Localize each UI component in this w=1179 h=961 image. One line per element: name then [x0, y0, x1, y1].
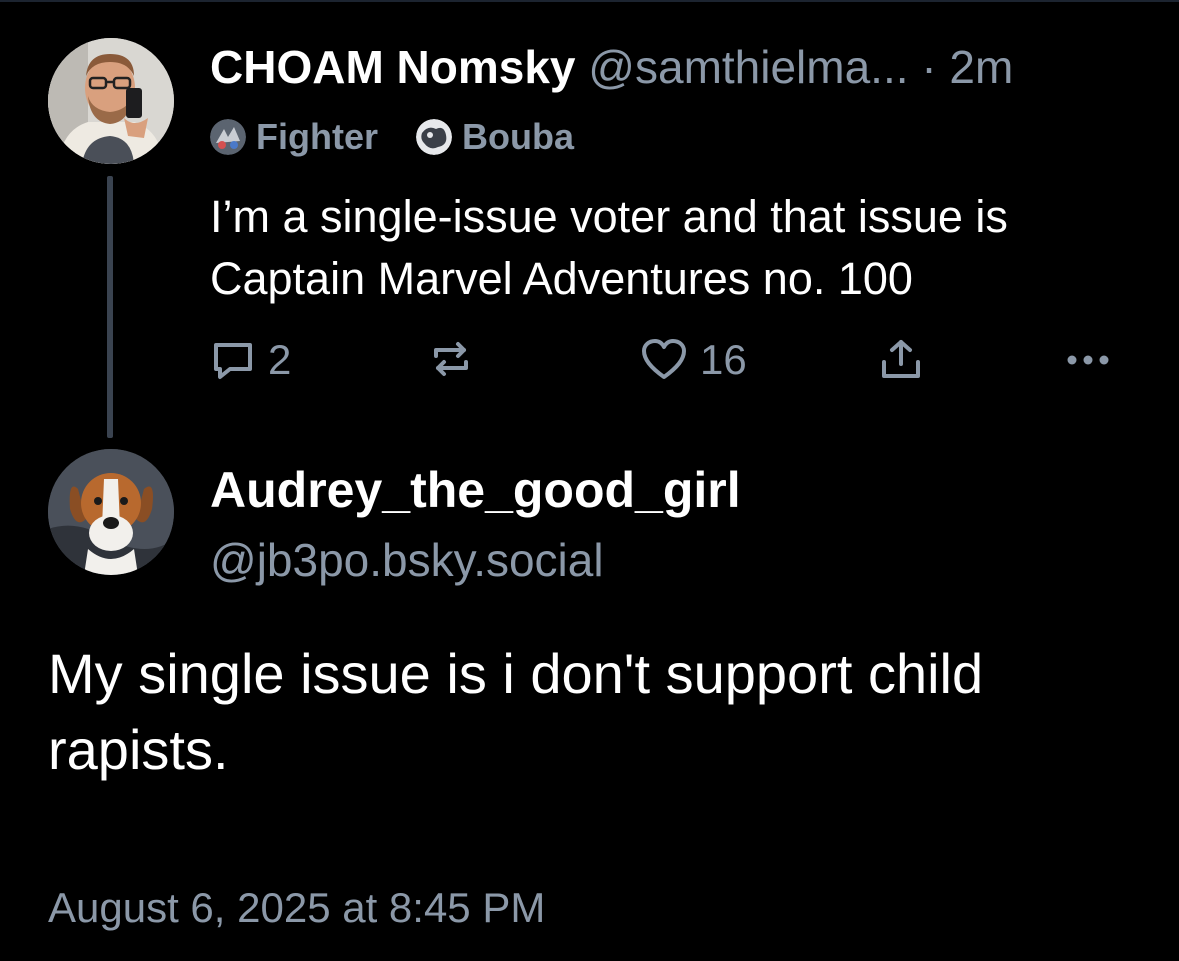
author-name[interactable]: CHOAM Nomsky	[210, 41, 576, 93]
more-icon	[1064, 340, 1112, 380]
author-handle[interactable]: @samthielma...	[588, 41, 908, 93]
post-header: CHOAM Nomsky @samthielma... · 2m	[210, 40, 1013, 94]
reply-timestamp: August 6, 2025 at 8:45 PM	[48, 884, 546, 931]
avatar-audrey[interactable]	[48, 449, 174, 575]
badges-row: Fighter Bouba	[210, 116, 612, 158]
badge-fighter[interactable]: Fighter	[210, 116, 378, 158]
badge-bouba[interactable]: Bouba	[416, 116, 574, 158]
repost-icon	[428, 336, 474, 382]
badge-fighter-label: Fighter	[256, 116, 378, 157]
bouba-icon	[416, 119, 452, 155]
reply-author-handle[interactable]: @jb3po.bsky.social	[210, 532, 604, 588]
reply-icon	[210, 337, 256, 383]
like-count: 16	[700, 336, 747, 383]
reply-author-name[interactable]: Audrey_the_good_girl	[210, 460, 741, 520]
top-divider	[0, 0, 1179, 2]
badge-bouba-label: Bouba	[462, 116, 574, 157]
post-text: I’m a single-issue voter and that issue …	[210, 191, 1008, 304]
share-button[interactable]	[878, 336, 924, 382]
avatar-choam-nomsky[interactable]	[48, 38, 174, 164]
more-options-button[interactable]	[1064, 340, 1112, 380]
share-icon	[878, 336, 924, 382]
separator-dot: ·	[921, 41, 937, 93]
fighter-icon	[210, 119, 246, 155]
post-actions: 2 16	[210, 336, 1115, 386]
like-button[interactable]: 16	[640, 336, 747, 384]
post-time[interactable]: 2m	[949, 41, 1013, 93]
reply-button[interactable]: 2	[210, 336, 291, 384]
thread-line	[107, 176, 113, 438]
heart-icon	[640, 337, 688, 383]
reply-count: 2	[268, 336, 292, 383]
repost-button[interactable]	[428, 336, 474, 382]
reply-text: My single issue is i don't support child…	[48, 642, 984, 781]
